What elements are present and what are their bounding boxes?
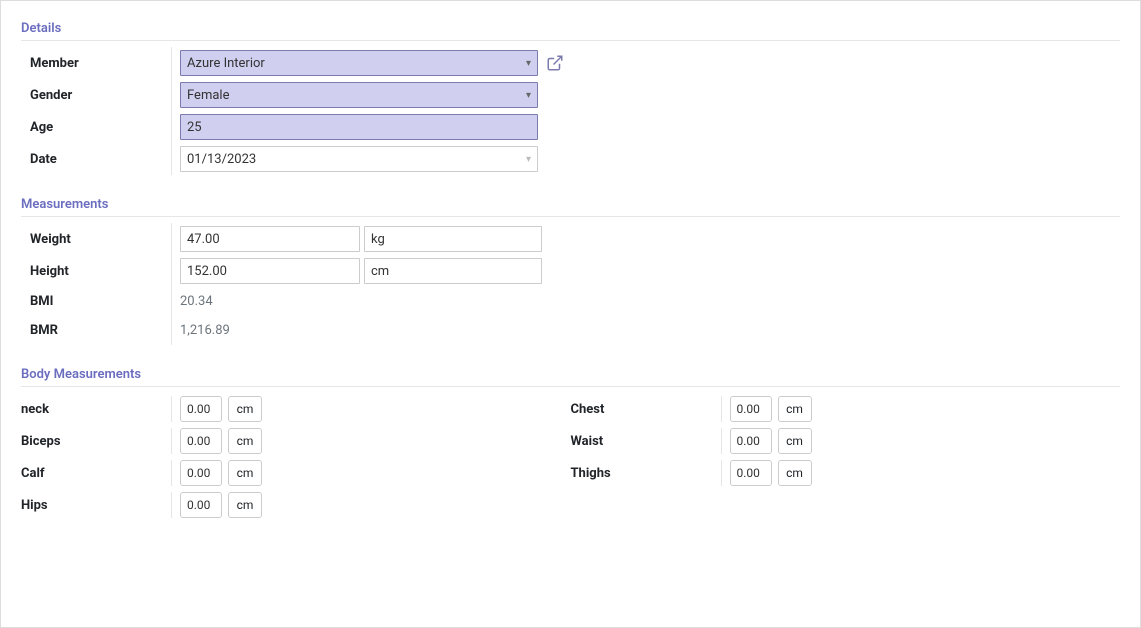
measurements-section: Measurements Weight Height BMI 20.34 BMR… [21,197,1120,345]
age-input[interactable] [180,114,538,140]
biceps-unit[interactable]: cm [228,428,262,454]
label-calf: Calf [21,466,171,481]
label-age: Age [30,120,172,135]
label-bmi: BMI [30,294,172,309]
divider [21,216,1120,217]
thighs-input[interactable] [730,460,772,486]
external-link-icon[interactable] [546,54,564,72]
chevron-down-icon: ▾ [526,154,531,165]
neck-unit[interactable]: cm [228,396,262,422]
label-gender: Gender [30,88,172,103]
thighs-unit[interactable]: cm [778,460,812,486]
bmi-value: 20.34 [180,290,213,313]
label-chest: Chest [571,402,721,417]
waist-unit[interactable]: cm [778,428,812,454]
details-section: Details Member Azure Interior ▾ Gender F… [21,21,1120,175]
section-title-measurements: Measurements [21,197,1120,212]
label-thighs: Thighs [571,466,721,481]
label-biceps: Biceps [21,434,171,449]
body-col-left: neck cm Biceps cm Calf [21,393,571,521]
member-value: Azure Interior [187,56,265,71]
form-container: Details Member Azure Interior ▾ Gender F… [0,0,1141,628]
member-select[interactable]: Azure Interior ▾ [180,50,538,76]
bmr-value: 1,216.89 [180,319,230,342]
section-title-details: Details [21,21,1120,36]
divider [21,40,1120,41]
hips-unit[interactable]: cm [228,492,262,518]
divider [21,386,1120,387]
section-title-body: Body Measurements [21,367,1120,382]
neck-input[interactable] [180,396,222,422]
weight-input[interactable] [180,226,360,252]
label-hips: Hips [21,498,171,513]
waist-input[interactable] [730,428,772,454]
date-value: 01/13/2023 [187,152,256,167]
gender-select[interactable]: Female ▾ [180,82,538,108]
label-weight: Weight [30,232,172,247]
chevron-down-icon: ▾ [526,58,531,69]
calf-unit[interactable]: cm [228,460,262,486]
chest-unit[interactable]: cm [778,396,812,422]
body-measurements-section: Body Measurements neck cm Biceps cm [21,367,1120,521]
hips-input[interactable] [180,492,222,518]
label-neck: neck [21,402,171,417]
date-input[interactable]: 01/13/2023 ▾ [180,146,538,172]
calf-input[interactable] [180,460,222,486]
chevron-down-icon: ▾ [526,90,531,101]
label-waist: Waist [571,434,721,449]
gender-value: Female [187,88,229,103]
chest-input[interactable] [730,396,772,422]
height-unit-input[interactable] [364,258,542,284]
weight-unit-input[interactable] [364,226,542,252]
label-date: Date [30,152,172,167]
label-height: Height [30,264,172,279]
label-member: Member [30,56,172,71]
label-bmr: BMR [30,323,172,338]
height-input[interactable] [180,258,360,284]
biceps-input[interactable] [180,428,222,454]
body-col-right: Chest cm Waist cm Thighs [571,393,1121,521]
